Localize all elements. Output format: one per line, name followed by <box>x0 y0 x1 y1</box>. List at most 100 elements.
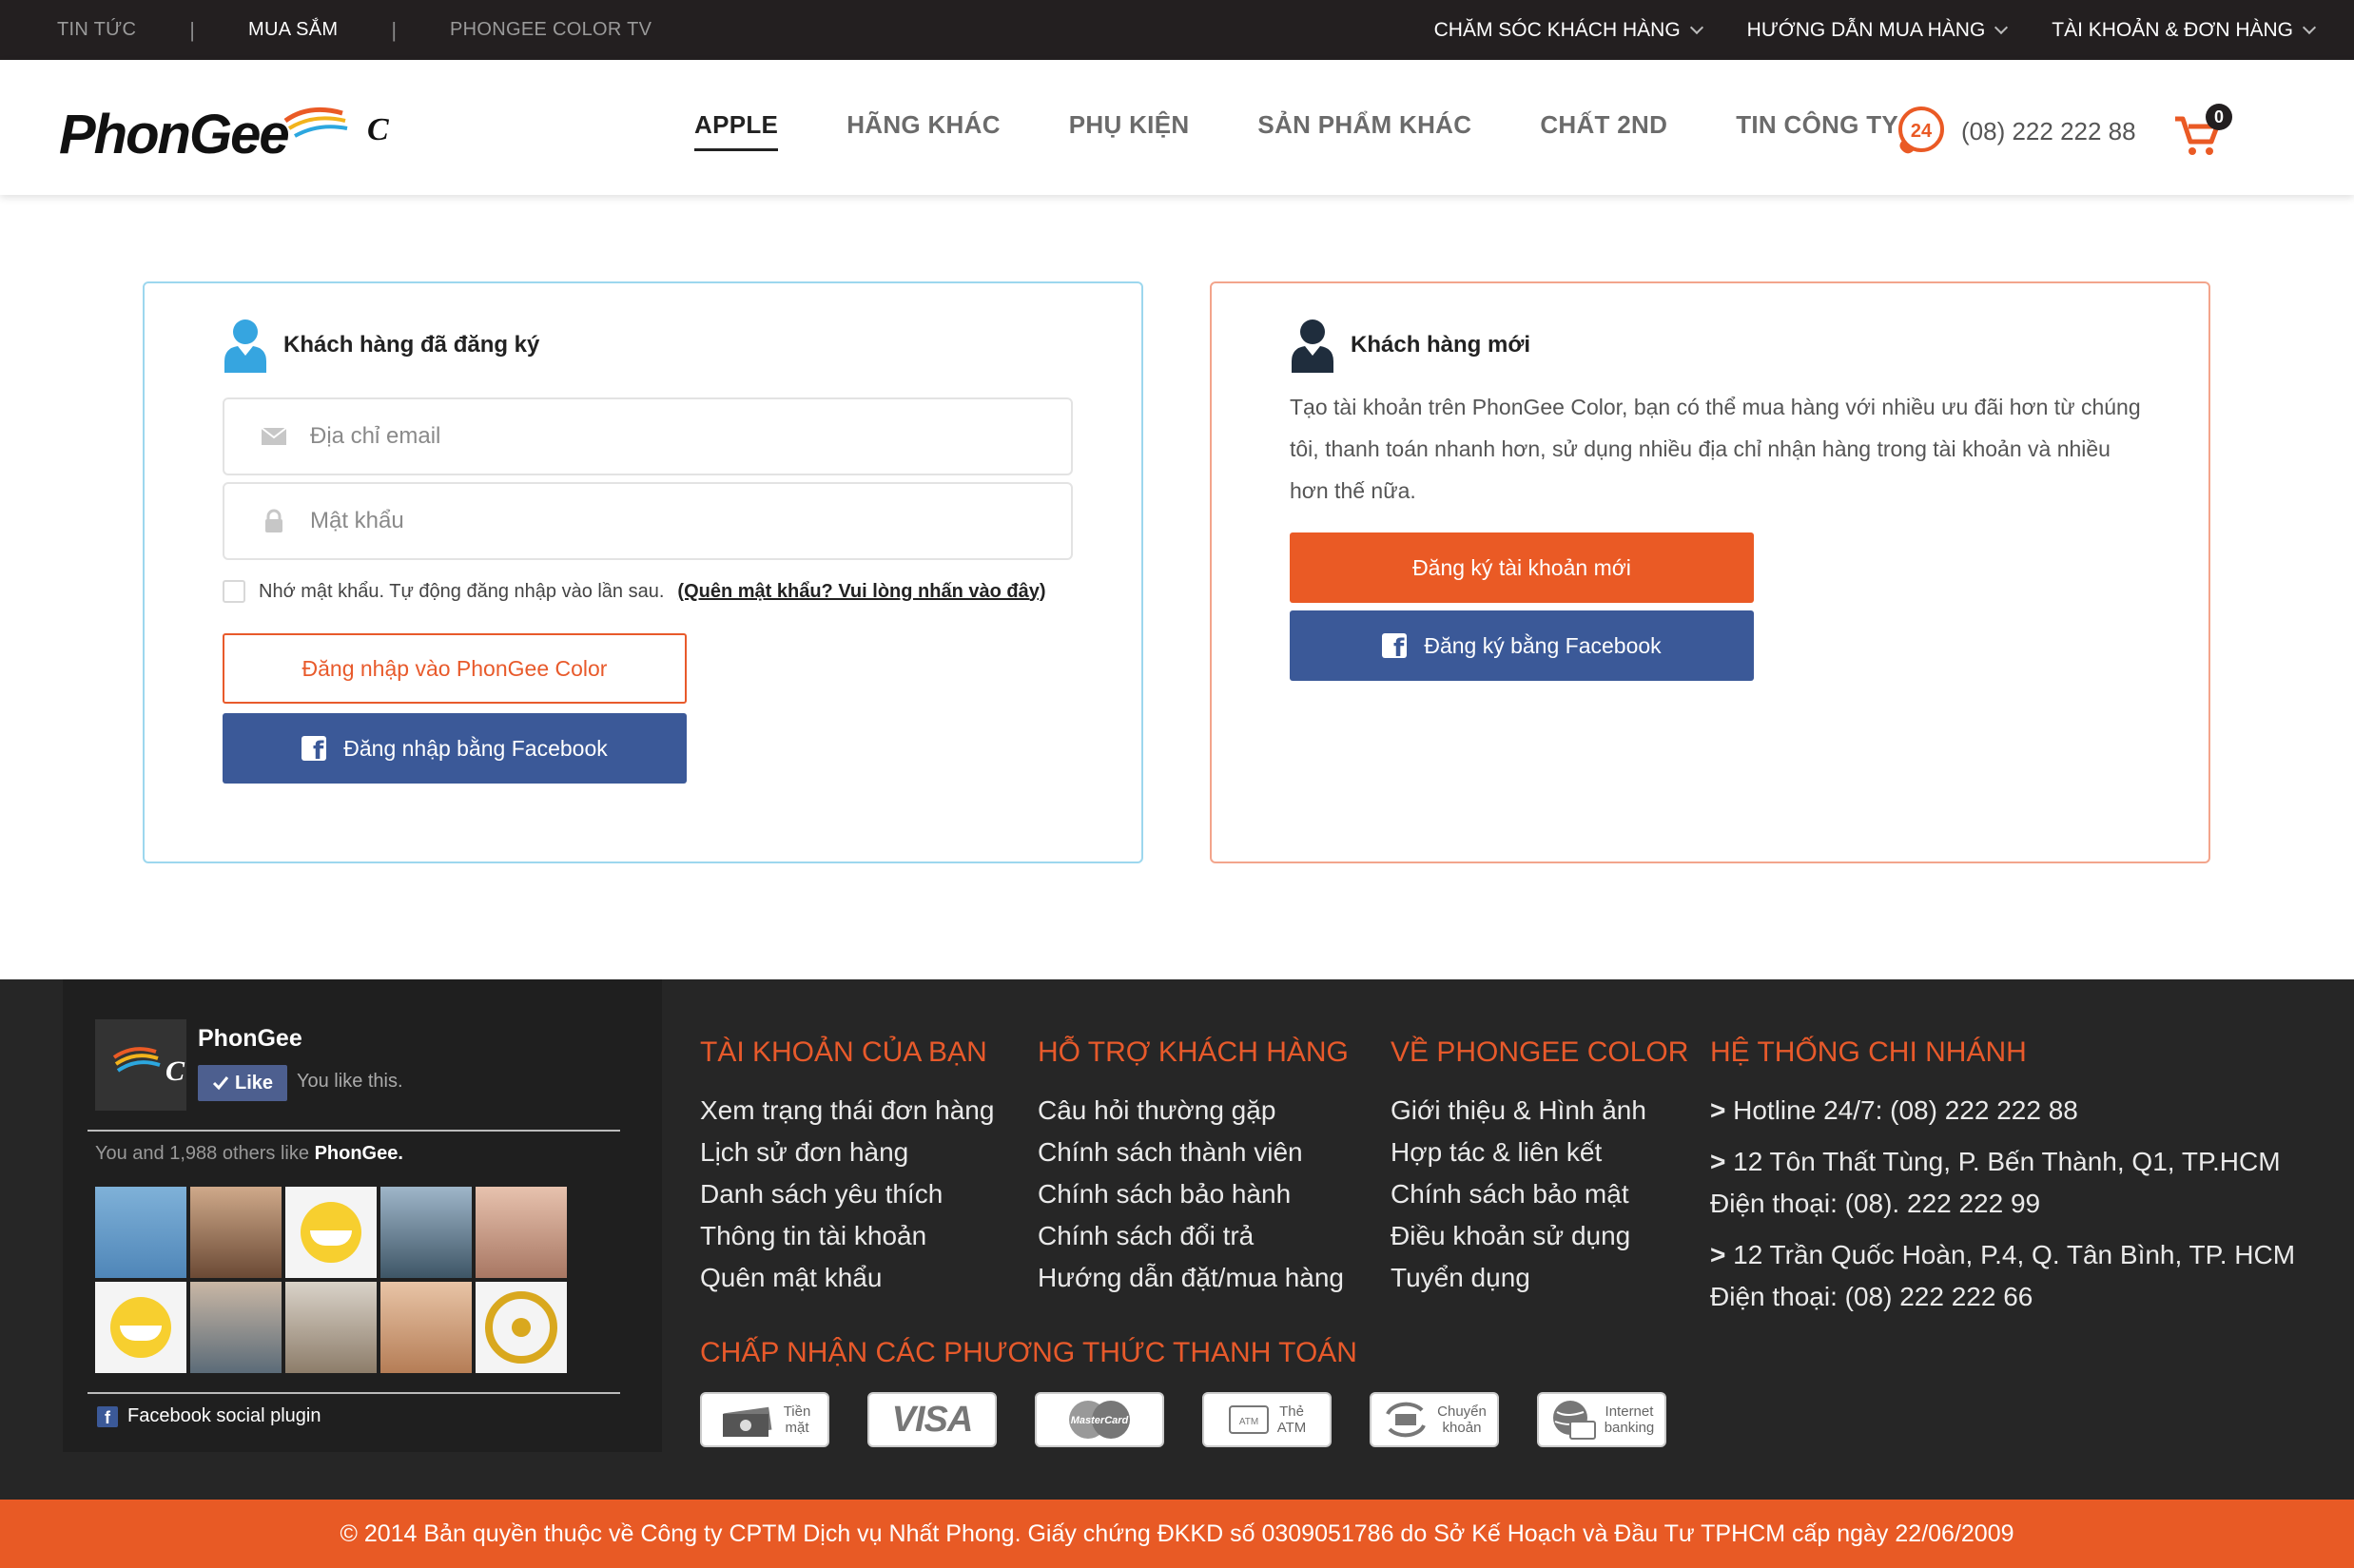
facebook-register-button[interactable]: f Đăng ký bằng Facebook <box>1290 610 1754 681</box>
register-description: Tạo tài khoản trên PhonGee Color, bạn có… <box>1290 395 2141 503</box>
payment-transfer: Chuyển khoản <box>1370 1392 1499 1447</box>
atm-card-icon: ATM <box>1228 1405 1269 1434</box>
footer-link[interactable]: Quên mật khẩu <box>700 1257 994 1299</box>
forgot-password-link[interactable]: (Quên mật khẩu? Vui lòng nhấn vào đây) <box>677 581 1045 603</box>
fan-avatar[interactable] <box>476 1282 567 1373</box>
footer-link[interactable]: Giới thiệu & Hình ảnh <box>1391 1090 1688 1132</box>
payment-internet-banking: Internet banking <box>1537 1392 1666 1447</box>
top-divider: | <box>189 17 195 42</box>
fan-avatar[interactable] <box>476 1187 567 1278</box>
facebook-plugin-label[interactable]: f Facebook social plugin <box>97 1405 321 1427</box>
main-nav: APPLE HÃNG KHÁC PHỤ KIỆN SẢN PHẨM KHÁC C… <box>694 60 1898 195</box>
register-button[interactable]: Đăng ký tài khoản mới <box>1290 532 1754 603</box>
footer-link[interactable]: Điều khoản sử dụng <box>1391 1215 1688 1257</box>
fan-avatar[interactable] <box>285 1187 377 1278</box>
nav-2nd-quality[interactable]: CHẤT 2ND <box>1540 110 1667 145</box>
likes-page-name: PhonGee. <box>314 1143 403 1164</box>
hotline-badge: 24 <box>1911 121 1933 142</box>
login-panel-header: Khách hàng đã đăng ký <box>223 318 539 373</box>
facebook-page-widget: C PhonGee Like You like this. You and 1,… <box>63 979 662 1452</box>
footer: C PhonGee Like You like this. You and 1,… <box>0 979 2354 1500</box>
footer-link[interactable]: Chính sách đổi trả <box>1038 1215 1349 1257</box>
payment-cash-line2: mặt <box>785 1420 809 1436</box>
fan-avatar[interactable] <box>285 1282 377 1373</box>
facebook-fans-grid <box>95 1187 567 1373</box>
payment-internet-line1: Internet <box>1605 1403 1654 1420</box>
top-link-news[interactable]: TIN TỨC <box>57 19 136 41</box>
top-divider: | <box>391 17 398 42</box>
atm-chip-text: ATM <box>1239 1417 1258 1427</box>
footer-link[interactable]: Chính sách bảo hành <box>1038 1173 1349 1215</box>
facebook-login-label: Đăng nhập bằng Facebook <box>343 735 608 761</box>
buying-guide-dropdown[interactable]: HƯỚNG DẪN MUA HÀNG <box>1747 19 2009 42</box>
logo-badge: C <box>367 112 389 147</box>
footer-account-column: TÀI KHOẢN CỦA BẠN Xem trạng thái đơn hàn… <box>700 1036 994 1299</box>
password-field[interactable] <box>223 482 1073 560</box>
chevron-down-icon <box>1689 20 1703 34</box>
nav-company-news[interactable]: TIN CÔNG TY <box>1736 110 1898 145</box>
register-panel: Khách hàng mới Tạo tài khoản trên PhonGe… <box>1210 281 2210 863</box>
payment-methods-title: CHẤP NHẬN CÁC PHƯƠNG THỨC THANH TOÁN <box>700 1337 1357 1368</box>
footer-link[interactable]: Lịch sử đơn hàng <box>700 1132 994 1173</box>
fan-avatar[interactable] <box>380 1187 472 1278</box>
footer-link[interactable]: Thông tin tài khoản <box>700 1215 994 1257</box>
password-input[interactable] <box>310 508 1052 534</box>
nav-other-brands[interactable]: HÃNG KHÁC <box>846 110 1001 145</box>
facebook-liked-text: You like this. <box>297 1071 403 1092</box>
remember-row: Nhớ mật khẩu. Tự động đăng nhập vào lần … <box>223 580 1046 603</box>
facebook-login-button[interactable]: f Đăng nhập bằng Facebook <box>223 713 687 784</box>
remember-checkbox[interactable] <box>223 580 245 603</box>
check-icon <box>212 1076 229 1091</box>
facebook-page-logo[interactable]: C <box>95 1019 186 1111</box>
mastercard-text: MasterCard <box>1071 1415 1129 1426</box>
fan-avatar[interactable] <box>190 1282 282 1373</box>
footer-link[interactable]: Xem trạng thái đơn hàng <box>700 1090 994 1132</box>
footer-branches-title: HỆ THỐNG CHI NHÁNH <box>1710 1036 2027 1068</box>
login-panel: Khách hàng đã đăng ký Nhớ mật khẩu. Tự đ… <box>143 281 1143 863</box>
footer-link[interactable]: Hướng dẫn đặt/mua hàng <box>1038 1257 1349 1299</box>
facebook-like-button[interactable]: Like <box>198 1065 287 1101</box>
user-icon <box>1292 319 1333 373</box>
globe-card-icon <box>1552 1401 1596 1440</box>
footer-link[interactable]: Hợp tác & liên kết <box>1391 1132 1688 1173</box>
lock-icon <box>257 509 291 533</box>
hotline-number: (08) 222 222 88 <box>1961 116 2136 145</box>
fan-avatar[interactable] <box>190 1187 282 1278</box>
payment-mastercard: MasterCard <box>1035 1392 1164 1447</box>
facebook-register-label: Đăng ký bằng Facebook <box>1424 632 1662 658</box>
payment-internet-label: Internet banking <box>1605 1403 1655 1436</box>
cart-button[interactable]: 0 <box>2173 104 2232 163</box>
nav-apple[interactable]: APPLE <box>694 110 779 151</box>
fan-avatar[interactable] <box>380 1282 472 1373</box>
footer-link[interactable]: Tuyển dụng <box>1391 1257 1688 1299</box>
fan-avatar[interactable] <box>95 1187 186 1278</box>
nav-other-products[interactable]: SẢN PHẨM KHÁC <box>1257 110 1471 145</box>
facebook-page-name[interactable]: PhonGee <box>198 1025 302 1053</box>
footer-link[interactable]: Câu hỏi thường gặp <box>1038 1090 1349 1132</box>
customer-care-label: CHĂM SÓC KHÁCH HÀNG <box>1433 18 1681 41</box>
payment-cash-label: Tiền mặt <box>784 1403 811 1436</box>
top-link-tv[interactable]: PHONGEE COLOR TV <box>450 19 652 41</box>
footer-link[interactable]: Chính sách thành viên <box>1038 1132 1349 1173</box>
top-bar: TIN TỨC | MUA SẮM | PHONGEE COLOR TV CHĂ… <box>0 0 2354 60</box>
nav-accessories[interactable]: PHỤ KIỆN <box>1069 110 1190 145</box>
facebook-icon: f <box>97 1405 118 1427</box>
header-hotline[interactable]: 24 (08) 222 222 88 <box>1893 105 2136 158</box>
footer-branches-column: HỆ THỐNG CHI NHÁNH > Hotline 24/7: (08) … <box>1710 1036 2295 1318</box>
footer-support-title: HỖ TRỢ KHÁCH HÀNG <box>1038 1036 1349 1068</box>
footer-support-column: HỖ TRỢ KHÁCH HÀNG Câu hỏi thường gặp Chí… <box>1038 1036 1349 1299</box>
email-field[interactable] <box>223 397 1073 475</box>
payment-transfer-label: Chuyển khoản <box>1437 1403 1487 1436</box>
fan-avatar[interactable] <box>95 1282 186 1373</box>
top-link-shopping[interactable]: MUA SẮM <box>248 19 338 41</box>
account-orders-dropdown[interactable]: TÀI KHOẢN & ĐƠN HÀNG <box>2052 19 2317 42</box>
customer-care-dropdown[interactable]: CHĂM SÓC KHÁCH HÀNG <box>1433 18 1703 42</box>
login-button-label: Đăng nhập vào PhonGee Color <box>302 655 608 681</box>
email-input[interactable] <box>310 423 1052 450</box>
login-button[interactable]: Đăng nhập vào PhonGee Color <box>223 633 687 704</box>
phongee-logo[interactable]: PhonGee C <box>57 100 409 166</box>
footer-link[interactable]: Danh sách yêu thích <box>700 1173 994 1215</box>
footer-link[interactable]: Chính sách bảo mật <box>1391 1173 1688 1215</box>
cart-count-badge: 0 <box>2206 104 2232 130</box>
register-title: Khách hàng mới <box>1351 332 1531 358</box>
